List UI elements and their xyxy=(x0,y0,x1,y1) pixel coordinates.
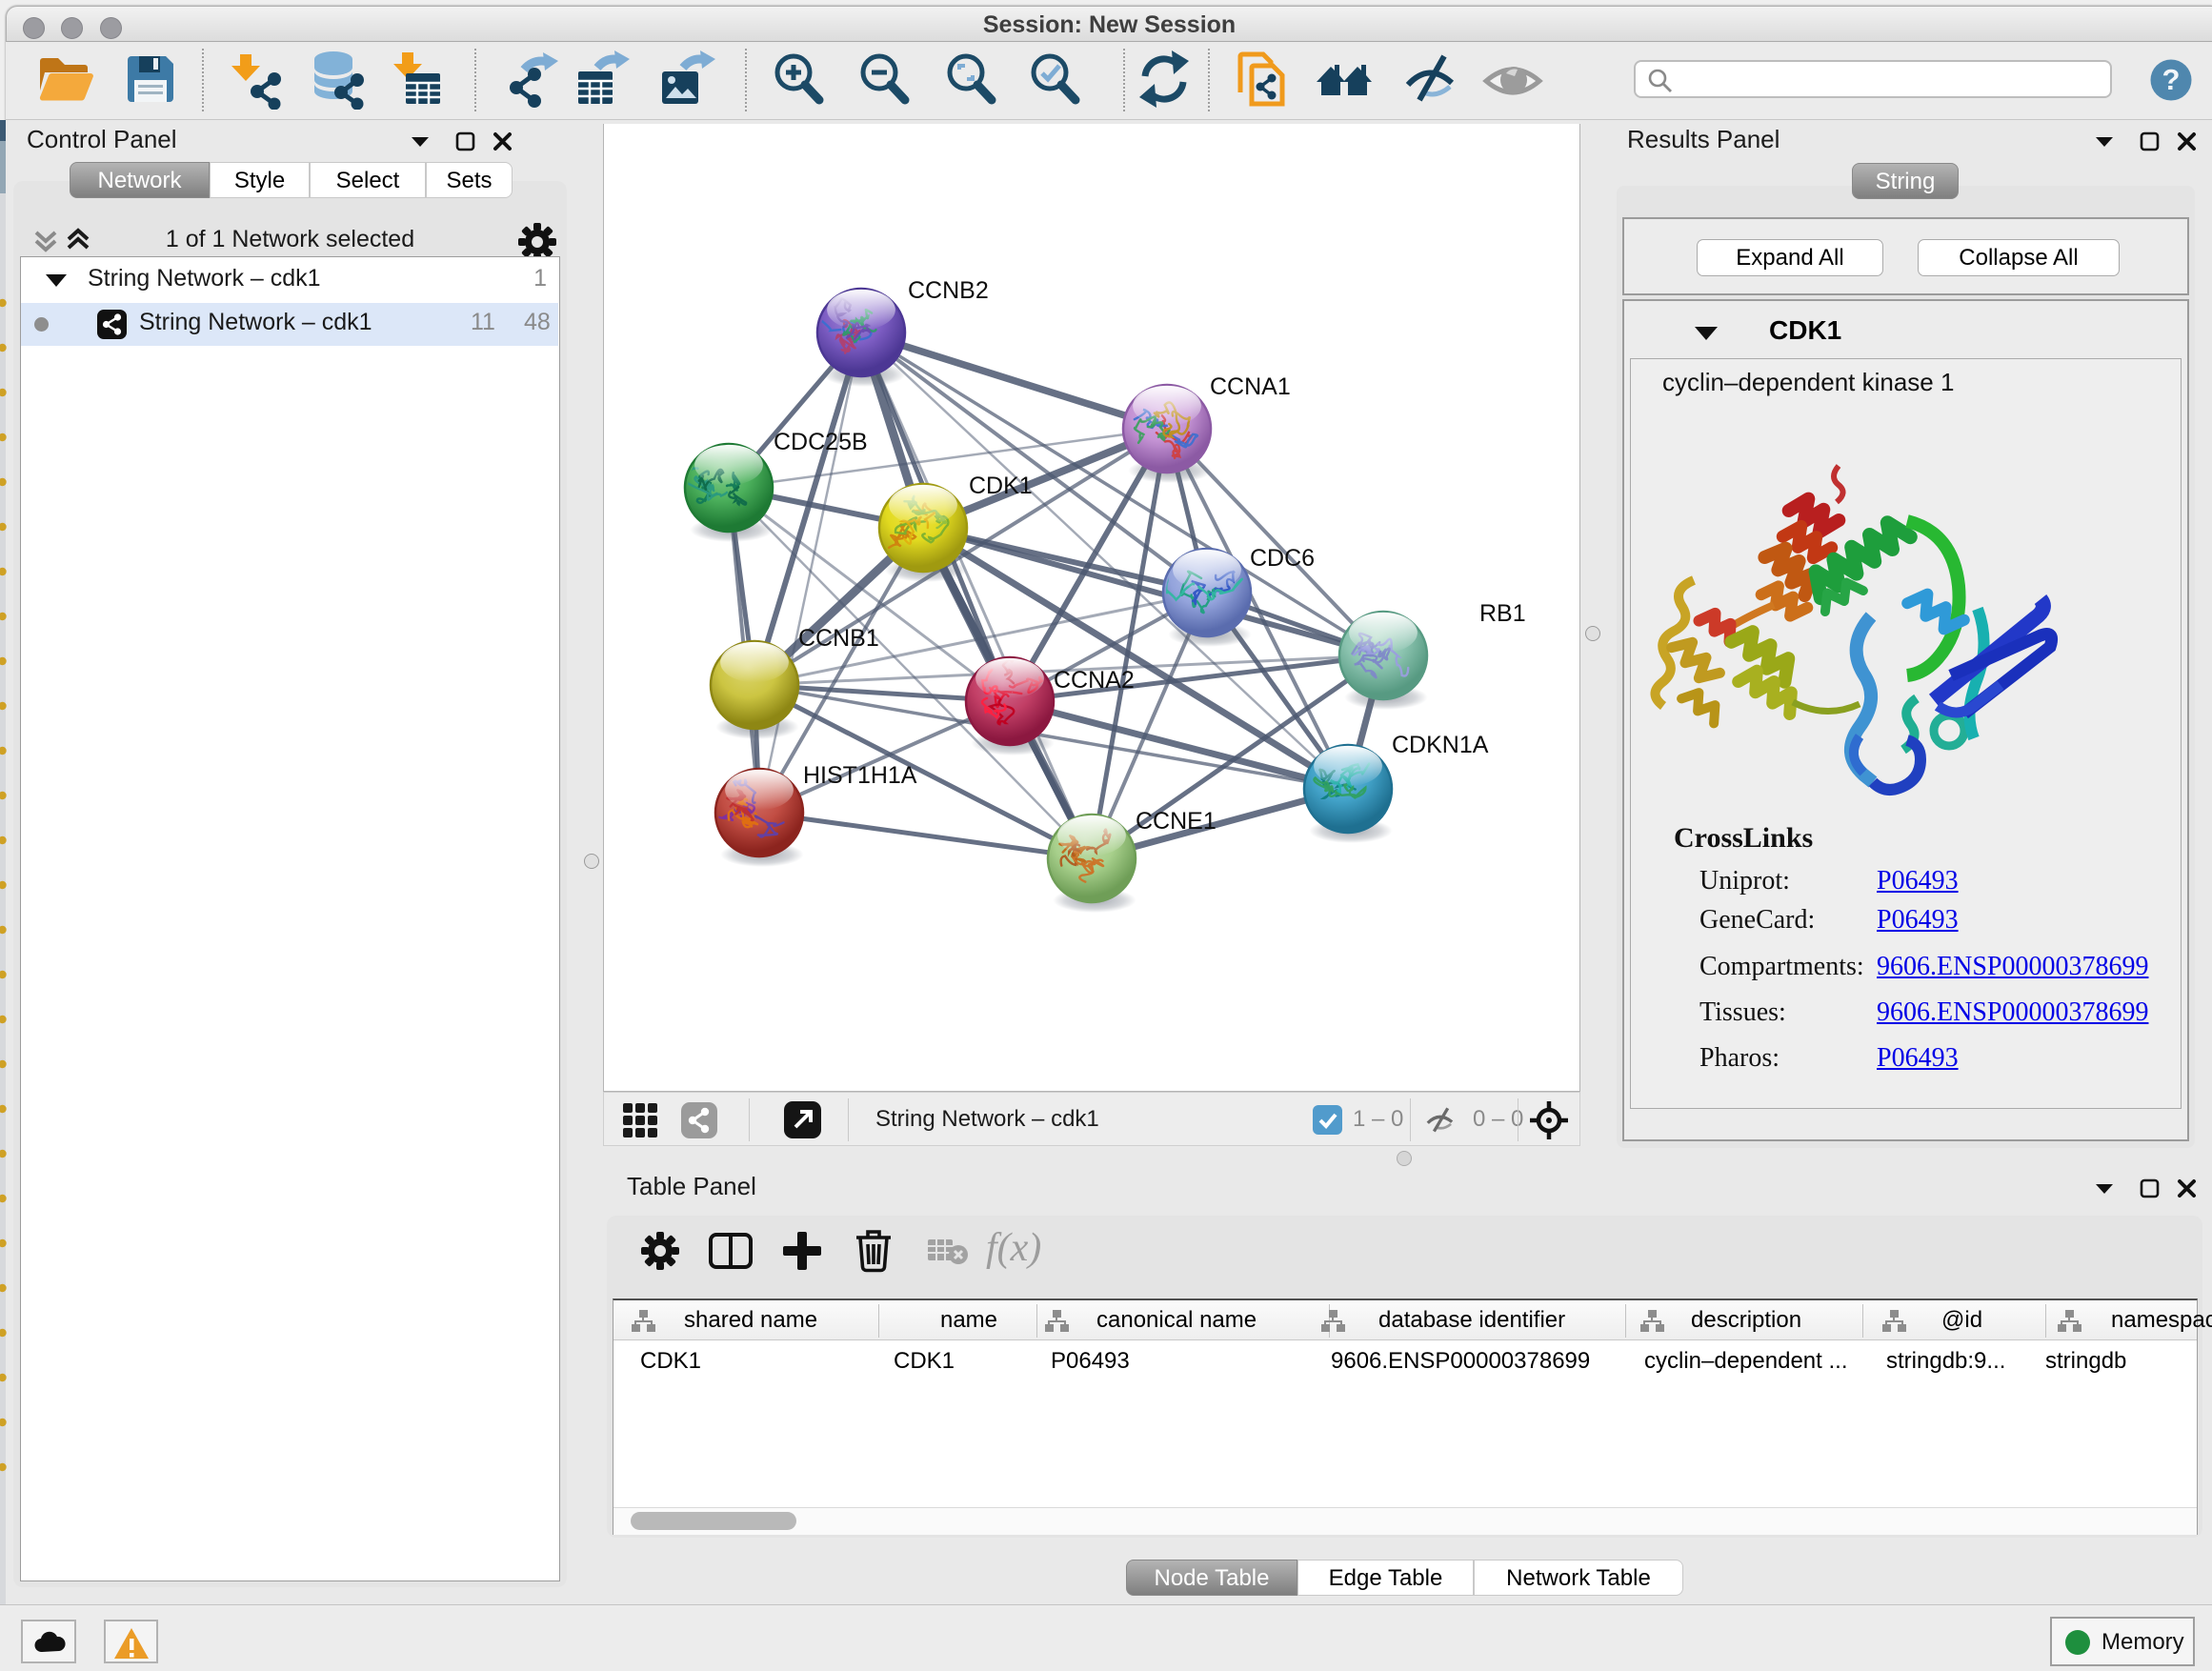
svg-text:CCNA2: CCNA2 xyxy=(1054,667,1135,694)
svg-text:HIST1H1A: HIST1H1A xyxy=(803,762,917,789)
svg-text:CCNB1: CCNB1 xyxy=(798,625,879,652)
svg-text:CCNB2: CCNB2 xyxy=(908,277,989,304)
svg-text:CDC25B: CDC25B xyxy=(774,429,868,455)
svg-text:?: ? xyxy=(2162,63,2181,96)
svg-text:CDK1: CDK1 xyxy=(969,473,1033,499)
svg-text:CCNE1: CCNE1 xyxy=(1136,808,1217,835)
svg-text:RB1: RB1 xyxy=(1479,600,1526,627)
svg-text:CDKN1A: CDKN1A xyxy=(1392,732,1489,758)
svg-text:CCNA1: CCNA1 xyxy=(1210,373,1291,400)
svg-text:CDC6: CDC6 xyxy=(1250,545,1315,572)
